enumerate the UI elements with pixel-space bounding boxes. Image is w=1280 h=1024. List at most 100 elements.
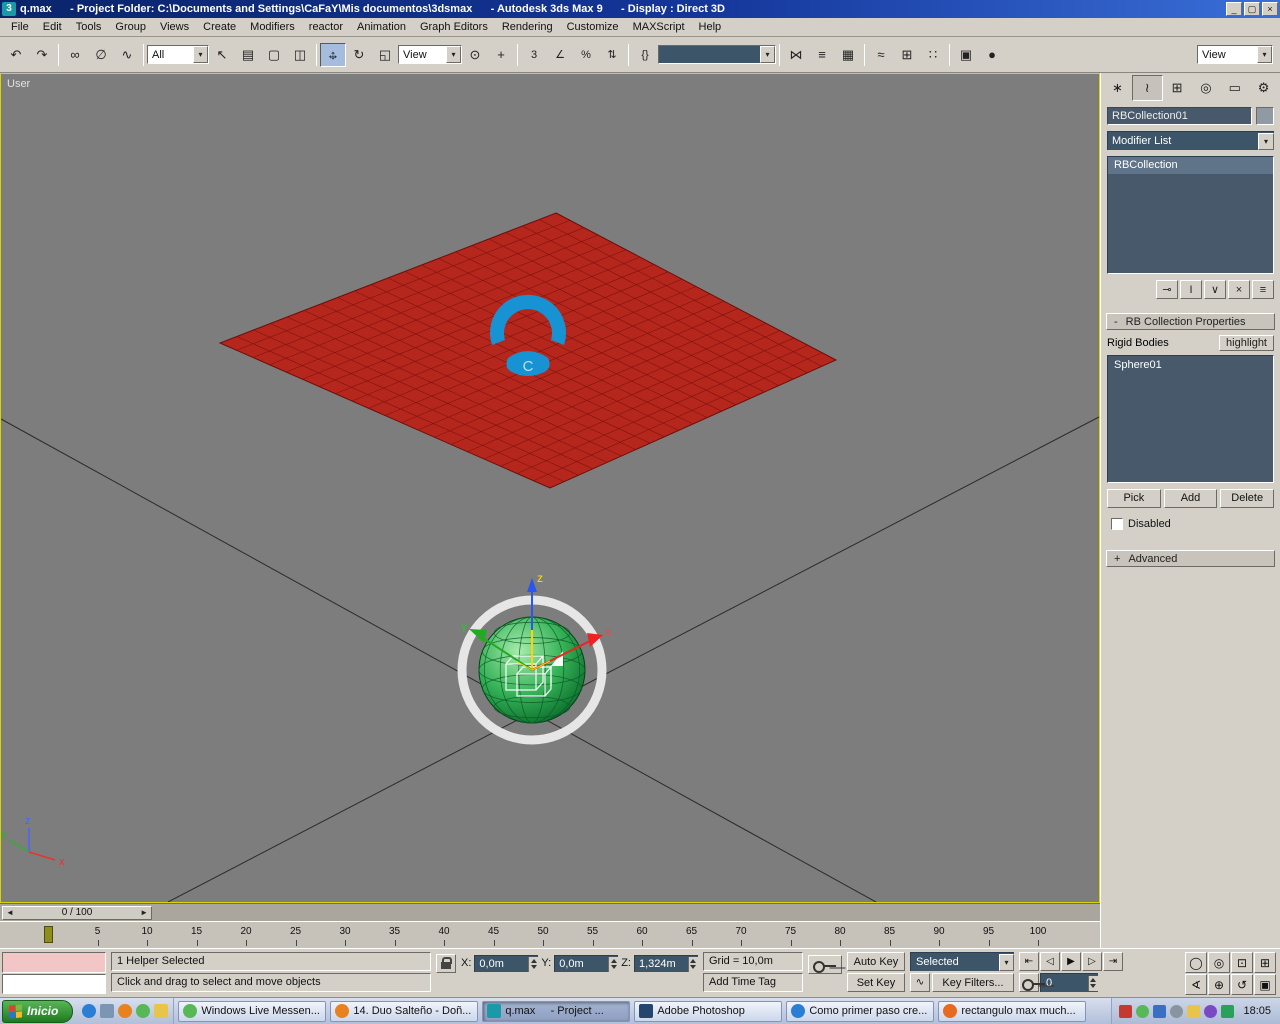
menu-create[interactable]: Create (196, 19, 243, 35)
menu-modifiers[interactable]: Modifiers (243, 19, 302, 35)
add-time-tag[interactable]: Add Time Tag (702, 973, 803, 992)
make-unique-icon[interactable]: ∨ (1204, 280, 1226, 299)
undo-icon[interactable]: ↶ (3, 43, 29, 67)
show-end-result-icon[interactable]: I (1180, 280, 1202, 299)
display-tab-icon[interactable]: ▭ (1220, 75, 1249, 101)
previous-frame-icon[interactable]: ◁ (1039, 952, 1060, 971)
select-and-link-icon[interactable]: ∞ (62, 43, 88, 67)
auto-key-button[interactable]: Auto Key (846, 952, 905, 971)
configure-modifier-sets-icon[interactable]: ≡ (1252, 280, 1274, 299)
redo-icon[interactable]: ↷ (29, 43, 55, 67)
z-coordinate-field[interactable]: 1,324m (633, 955, 698, 972)
create-tab-icon[interactable]: ∗ (1103, 75, 1132, 101)
zoom-all-icon[interactable]: ◎ (1208, 952, 1230, 973)
quick-render-icon[interactable]: ● (979, 43, 1005, 67)
chevron-down-icon[interactable]: ▾ (760, 46, 775, 63)
zoom-icon[interactable]: ◯ (1185, 952, 1207, 973)
go-to-end-icon[interactable]: ⇥ (1102, 952, 1123, 971)
previous-frame-arrow-icon[interactable]: ◄ (6, 908, 14, 917)
taskbar-item-3dsmax[interactable]: q.max - Project ... (482, 1000, 631, 1022)
graphics-tray-icon[interactable] (1221, 1004, 1235, 1018)
object-color-swatch[interactable] (1256, 107, 1274, 125)
chevron-down-icon[interactable]: ▾ (1258, 132, 1274, 150)
use-pivot-center-icon[interactable]: ⊙ (462, 43, 488, 67)
stack-item-rbcollection[interactable]: RBCollection (1108, 157, 1273, 174)
arc-rotate-icon[interactable]: ↺ (1231, 974, 1253, 995)
ie-quicklaunch-icon[interactable] (82, 1004, 97, 1018)
object-name-field[interactable]: RBCollection01 (1107, 107, 1252, 125)
timeline-ruler[interactable]: 5 10 15 20 25 30 35 40 45 50 55 60 65 70 75 80 85 90 95 100 (0, 921, 1100, 948)
messenger-tray-icon[interactable] (1136, 1004, 1150, 1018)
chevron-down-icon[interactable]: ▾ (193, 46, 208, 63)
select-and-scale-icon[interactable]: ◱ (372, 43, 398, 67)
layer-manager-icon[interactable]: ▦ (835, 43, 861, 67)
time-slider-track[interactable]: ◄ 0 / 100 ► (0, 903, 1100, 921)
chevron-down-icon[interactable]: ▾ (446, 46, 461, 63)
menu-views[interactable]: Views (153, 19, 196, 35)
time-slider[interactable]: ◄ 0 / 100 ► (2, 905, 152, 920)
modifier-stack[interactable]: RBCollection (1107, 156, 1274, 274)
bind-to-space-warp-icon[interactable]: ∿ (114, 43, 140, 67)
maximize-viewport-icon[interactable]: ▣ (1254, 974, 1276, 995)
remove-modifier-icon[interactable]: × (1228, 280, 1250, 299)
go-to-start-icon[interactable]: ⇤ (1018, 952, 1039, 971)
spinner-snap-icon[interactable]: ⇅ (599, 43, 625, 67)
menu-group[interactable]: Group (108, 19, 153, 35)
media-player-quicklaunch-icon[interactable] (118, 1004, 133, 1018)
modifier-list-dropdown[interactable]: Modifier List ▾ (1107, 131, 1274, 150)
select-and-rotate-icon[interactable]: ↻ (346, 43, 372, 67)
viewport-label[interactable]: User (7, 78, 30, 90)
zoom-extents-icon[interactable]: ⊡ (1231, 952, 1253, 973)
view-preset-dropdown[interactable]: View ▾ (1197, 45, 1273, 64)
listener-script-pane[interactable] (2, 973, 106, 994)
percent-snap-icon[interactable]: % (573, 43, 599, 67)
material-editor-icon[interactable]: ∷ (920, 43, 946, 67)
selection-filter-dropdown[interactable]: All ▾ (147, 45, 209, 64)
network-tray-icon[interactable] (1153, 1004, 1167, 1018)
menu-rendering[interactable]: Rendering (495, 19, 560, 35)
delete-button[interactable]: Delete (1220, 489, 1275, 508)
select-by-name-icon[interactable]: ▤ (235, 43, 261, 67)
zoom-extents-all-icon[interactable]: ⊞ (1254, 952, 1276, 973)
show-desktop-icon[interactable] (100, 1004, 115, 1018)
maxscript-mini-listener[interactable] (2, 952, 106, 994)
rigid-bodies-list[interactable]: Sphere01 (1107, 355, 1274, 483)
motion-tab-icon[interactable]: ◎ (1191, 75, 1220, 101)
chevron-down-icon[interactable]: ▾ (998, 953, 1014, 971)
close-button[interactable]: × (1262, 2, 1278, 16)
menu-file[interactable]: File (4, 19, 36, 35)
z-spinner[interactable] (687, 956, 698, 972)
angle-snap-icon[interactable]: ∠ (547, 43, 573, 67)
taskbar-item-firefox[interactable]: rectangulo max much... (938, 1000, 1087, 1022)
default-tangents-icon[interactable]: ∿ (909, 973, 930, 992)
chevron-down-icon[interactable]: ▾ (1257, 46, 1272, 63)
add-button[interactable]: Add (1163, 489, 1218, 508)
highlight-button[interactable]: highlight (1219, 335, 1274, 351)
menu-animation[interactable]: Animation (350, 19, 413, 35)
select-and-move-icon[interactable]: ↔ ↕ (320, 42, 346, 67)
menu-reactor[interactable]: reactor (302, 19, 350, 35)
x-spinner[interactable] (528, 956, 539, 972)
named-selection-sets-dropdown[interactable]: ▾ (658, 45, 776, 64)
explorer-quicklaunch-icon[interactable] (154, 1004, 169, 1018)
key-filters-button[interactable]: Key Filters... (931, 973, 1014, 992)
taskbar-item-music[interactable]: 14. Duo Salteño - Doñ... (330, 1000, 479, 1022)
y-spinner[interactable] (608, 956, 619, 972)
select-and-manipulate-icon[interactable]: + (488, 43, 514, 67)
utilities-tab-icon[interactable]: ⚙ (1249, 75, 1278, 101)
pin-stack-icon[interactable]: ⊸ (1156, 280, 1178, 299)
volume-tray-icon[interactable] (1170, 1004, 1184, 1018)
set-keys-button[interactable] (807, 955, 842, 974)
next-frame-icon[interactable]: ▷ (1081, 952, 1102, 971)
frame-spinner[interactable] (1087, 975, 1098, 991)
messenger-quicklaunch-icon[interactable] (136, 1004, 151, 1018)
taskbar-item-ie[interactable]: Como primer paso cre... (786, 1000, 935, 1022)
menu-customize[interactable]: Customize (560, 19, 626, 35)
key-mode-toggle[interactable] (1018, 973, 1045, 992)
misc-tray-icon[interactable] (1204, 1004, 1218, 1018)
curve-editor-icon[interactable]: ≈ (868, 43, 894, 67)
disabled-checkbox[interactable] (1111, 518, 1123, 530)
selection-region-icon[interactable]: ▢ (261, 43, 287, 67)
hierarchy-tab-icon[interactable]: ⊞ (1163, 75, 1192, 101)
pick-button[interactable]: Pick (1107, 489, 1161, 508)
